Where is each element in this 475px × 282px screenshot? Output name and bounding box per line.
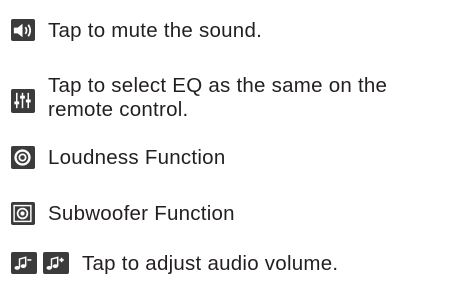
volume-down-icon <box>11 252 37 274</box>
equalizer-icon <box>11 89 35 113</box>
eq-description-line-1: Tap to select EQ as the same on the <box>48 74 388 97</box>
speaker-mute-icon <box>11 19 35 41</box>
subwoofer-icon <box>11 202 35 225</box>
volume-up-icon <box>43 252 69 274</box>
subwoofer-label: Subwoofer Function <box>48 202 235 225</box>
eq-description-line-2: remote control. <box>48 98 189 121</box>
loudness-label: Loudness Function <box>48 146 226 169</box>
loudness-icon <box>11 146 35 169</box>
mute-description: Tap to mute the sound. <box>48 19 263 42</box>
volume-description: Tap to adjust audio volume. <box>82 252 339 275</box>
